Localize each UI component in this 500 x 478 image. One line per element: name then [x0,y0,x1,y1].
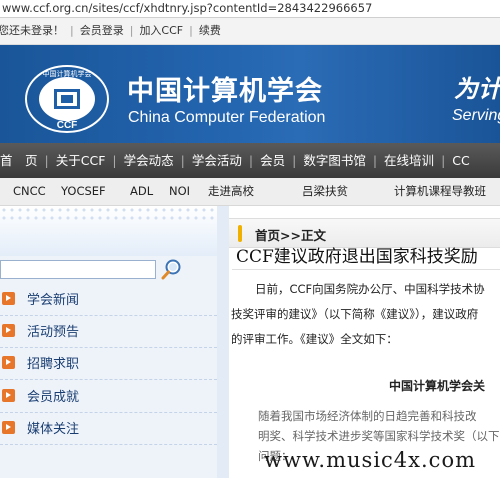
top-user-bar: 您还未登录！ | 会员登录 | 加入CCF | 续费 [0,18,500,45]
subnav-adl[interactable]: ADL [130,178,153,205]
arrow-right-icon [2,421,15,434]
nav-activities[interactable]: 学会活动 [192,143,242,178]
sidebar-item-label: 媒体关注 [27,422,80,437]
sidebar-item-news[interactable]: 学会新闻 [0,284,217,316]
page: www.ccf.org.cn/sites/ccf/xhdtnry.jsp?con… [0,0,500,478]
site-header: CCF 中国计算机学会 中国计算机学会 China Computer Feder… [0,45,500,143]
nav-members[interactable]: 会员 [260,143,285,178]
breadcrumb-marker-icon [238,225,242,242]
letter-heading: 中国计算机学会关 [389,379,486,393]
article-paragraph: 的评审工作。《建议》全文如下： [231,332,398,346]
watermark-text: www.music4x.com [264,448,476,472]
url-text[interactable]: www.ccf.org.cn/sites/ccf/xhdtnry.jsp?con… [2,1,372,15]
sub-nav: CNCC YOCSEF ADL NOI 走进高校 吕梁扶贫 计算机课程导教班 [0,178,500,206]
subnav-campus[interactable]: 走进高校 [208,178,254,205]
org-name-cn: 中国计算机学会 [127,76,323,107]
subnav-lvliang[interactable]: 吕梁扶贫 [302,178,348,205]
sidebar-item-jobs[interactable]: 招聘求职 [0,348,217,380]
column-divider [217,206,229,478]
slogan-cn: 为计 [454,75,500,103]
subnav-cncc[interactable]: CNCC [13,178,46,205]
arrow-right-icon [2,324,15,337]
subnav-yocsef[interactable]: YOCSEF [61,178,106,205]
subnav-noi[interactable]: NOI [169,178,190,205]
article-paragraph: 日前，CCF向国务院办公厅、中国科学技术协 [255,282,485,296]
logo-ccf-text: CCF [57,120,78,131]
article-paragraph: 技奖评审的建议》（以下简称《建议》），建议政府 [231,307,479,321]
letter-paragraph: 随着我国市场经济体制的日趋完善和科技改 [258,409,477,423]
sidebar-item-media[interactable]: 媒体关注 [0,413,217,445]
arrow-right-icon [2,356,15,369]
renew-link[interactable]: 续费 [199,18,221,44]
nav-cc[interactable]: CC [452,143,469,178]
sidebar-item-label: 活动预告 [27,325,80,340]
sidebar-item-events[interactable]: 活动预告 [0,316,217,348]
nav-home[interactable]: 首 页 [0,143,38,178]
search-icon[interactable] [161,257,183,281]
sidebar-item-label: 招聘求职 [27,357,80,372]
slogan-en: Serving [452,107,500,124]
nav-online-training[interactable]: 在线培训 [384,143,434,178]
address-bar[interactable]: www.ccf.org.cn/sites/ccf/xhdtnry.jsp?con… [0,0,500,18]
main-nav: 首 页 | 关于CCF | 学会动态 | 学会活动 | 会员 | 数字图书馆 | 在线培训 | CC [0,143,500,178]
title-divider [232,269,500,270]
sidebar-item-achievements[interactable]: 会员成就 [0,381,217,413]
ccf-logo-icon[interactable]: CCF 中国计算机学会 [24,64,110,134]
nav-digital-library[interactable]: 数字图书馆 [303,143,366,178]
member-login-link[interactable]: 会员登录 [80,18,124,44]
sidebar-item-label: 学会新闻 [27,293,80,308]
subnav-course-class[interactable]: 计算机课程导教班 [394,178,486,205]
letter-paragraph: 明奖、科学技术进步奖等国家科学技术奖（以下 [258,429,500,443]
nav-about[interactable]: 关于CCF [56,143,106,178]
arrow-right-icon [2,389,15,402]
login-status-text: 您还未登录！ [0,24,64,37]
logo-cn-text: 中国计算机学会 [43,69,92,78]
article-title: CCF建议政府退出国家科技奖励 [236,247,478,267]
search-input[interactable] [0,260,156,279]
arrow-right-icon [2,292,15,305]
org-name-en: China Computer Federation [128,109,326,126]
sidebar-item-label: 会员成就 [27,390,80,405]
nav-news[interactable]: 学会动态 [124,143,174,178]
join-ccf-link[interactable]: 加入CCF [139,18,183,44]
